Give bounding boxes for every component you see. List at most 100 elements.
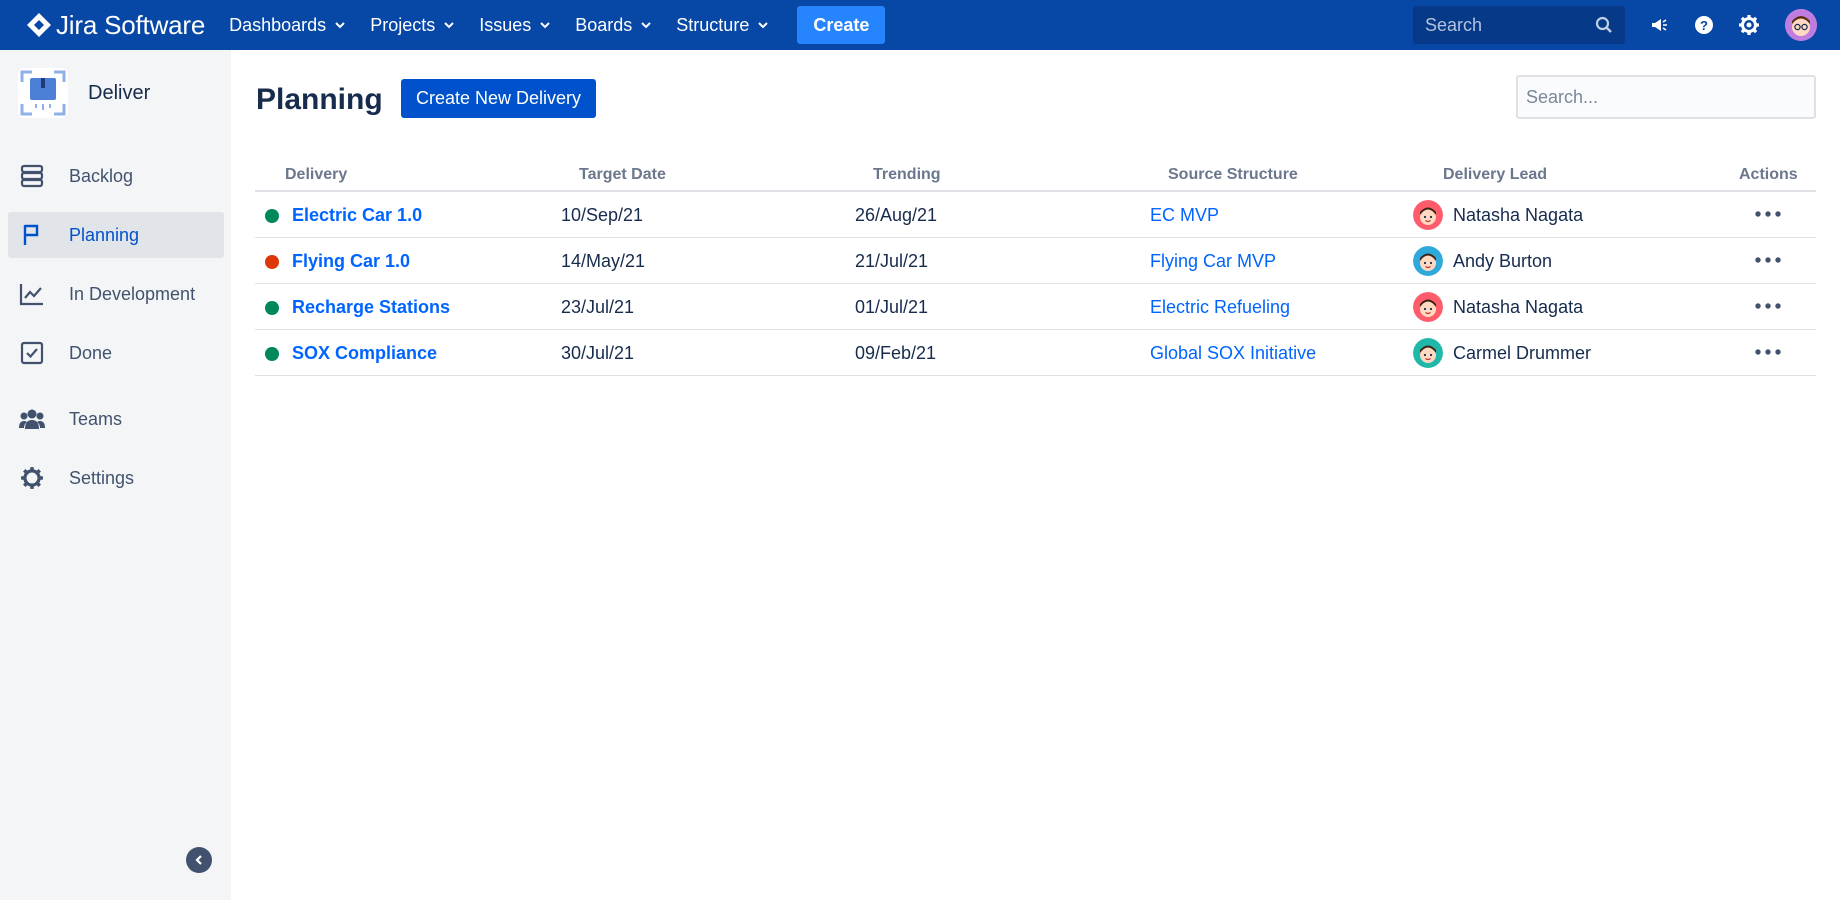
project-name: Deliver (88, 81, 151, 104)
delivery-lead-name: Natasha Nagata (1453, 297, 1584, 317)
top-navigation: Jira Software Dashboards Projects Issues… (0, 0, 1840, 50)
help-icon[interactable]: ? (1691, 12, 1717, 38)
delivery-lead-name: Carmel Drummer (1453, 343, 1592, 363)
chevron-down-icon (540, 22, 550, 29)
deliveries-table: Delivery Target Date Trending Source Str… (255, 162, 1816, 376)
source-structure-link[interactable]: Flying Car MVP (1150, 251, 1276, 272)
source-structure-link[interactable]: EC MVP (1150, 205, 1219, 226)
delivery-link[interactable]: Flying Car 1.0 (292, 251, 410, 272)
nav-boards[interactable]: Boards (575, 15, 652, 36)
nav-label: Boards (575, 14, 633, 35)
column-header-delivery[interactable]: Delivery (285, 166, 347, 184)
jira-logo[interactable]: Jira Software (26, 10, 205, 41)
source-structure-link[interactable]: Electric Refueling (1150, 297, 1290, 318)
delivery-link[interactable]: Electric Car 1.0 (292, 205, 422, 226)
trending-date: 26/Aug/21 (855, 205, 938, 225)
sidebar-item-settings[interactable]: Settings (8, 455, 224, 501)
nav-issues[interactable]: Issues (479, 15, 551, 36)
table-row: Flying Car 1.0 14/May/21 21/Jul/21 Flyin… (255, 238, 1816, 284)
table-body: Electric Car 1.0 10/Sep/21 26/Aug/21 EC … (255, 192, 1816, 376)
search-icon[interactable] (1595, 16, 1613, 34)
target-date: 23/Jul/21 (561, 297, 635, 317)
column-header-target-date[interactable]: Target Date (579, 166, 666, 184)
megaphone-icon[interactable] (1646, 12, 1672, 38)
chart-line-icon (18, 280, 46, 308)
more-actions-icon[interactable] (1753, 340, 1783, 364)
sidebar-item-done[interactable]: Done (8, 330, 224, 376)
status-dot (265, 255, 279, 269)
sidebar-item-label: In Development (69, 283, 196, 304)
status-dot (265, 209, 279, 223)
trending-date: 01/Jul/21 (855, 297, 929, 317)
sidebar-item-teams[interactable]: Teams (8, 396, 224, 442)
column-header-actions: Actions (1739, 166, 1798, 183)
svg-text:?: ? (1700, 18, 1708, 33)
create-new-delivery-button[interactable]: Create New Delivery (401, 79, 597, 118)
table-row: Recharge Stations 23/Jul/21 01/Jul/21 El… (255, 284, 1816, 330)
status-dot (265, 347, 279, 361)
jira-logo-icon (27, 13, 51, 37)
source-structure-link[interactable]: Global SOX Initiative (1150, 343, 1316, 364)
status-dot (265, 301, 279, 315)
sidebar-item-in-development[interactable]: In Development (8, 271, 224, 317)
search-input[interactable] (1516, 75, 1816, 119)
trending-date: 21/Jul/21 (855, 251, 929, 271)
more-actions-icon[interactable] (1753, 248, 1783, 272)
delivery-link[interactable]: SOX Compliance (292, 343, 437, 364)
top-search-input[interactable] (1413, 14, 1583, 36)
sidebar-item-planning[interactable]: Planning (8, 212, 224, 258)
user-avatar[interactable] (1785, 9, 1817, 41)
nav-projects[interactable]: Projects (370, 15, 455, 36)
avatar (1413, 200, 1443, 230)
logo-text: Jira Software (56, 9, 206, 40)
people-icon (18, 405, 46, 433)
nav-label: Issues (479, 14, 532, 35)
nav-label: Dashboards (229, 14, 327, 35)
gear-icon[interactable] (1736, 12, 1762, 38)
sidebar-item-label: Settings (69, 467, 135, 488)
chevron-down-icon (758, 22, 769, 29)
chevron-down-icon (335, 22, 345, 29)
delivery-lead-name: Natasha Nagata (1453, 205, 1584, 225)
more-actions-icon[interactable] (1753, 294, 1783, 318)
collapse-sidebar-button[interactable] (186, 847, 212, 873)
column-header-trending[interactable]: Trending (873, 166, 941, 184)
trending-date: 09/Feb/21 (855, 343, 937, 363)
flag-icon (18, 221, 46, 249)
sidebar: Deliver Backlog Planning In Development … (0, 50, 231, 900)
sidebar-item-backlog[interactable]: Backlog (8, 153, 224, 199)
chevron-left-icon (195, 855, 202, 865)
page-title: Planning (256, 83, 383, 116)
chevron-down-icon (641, 22, 652, 29)
backlog-icon (18, 162, 46, 190)
delivery-link[interactable]: Recharge Stations (292, 297, 450, 318)
main-nav: Dashboards Projects Issues Boards Struct… (229, 6, 886, 44)
sidebar-item-label: Done (69, 342, 113, 363)
create-button[interactable]: Create (797, 6, 886, 44)
nav-label: Projects (370, 14, 436, 35)
more-actions-icon[interactable] (1753, 202, 1783, 226)
table-header: Delivery Target Date Trending Source Str… (255, 162, 1816, 192)
target-date: 10/Sep/21 (561, 205, 644, 225)
chevron-down-icon (444, 22, 454, 29)
target-date: 30/Jul/21 (561, 343, 635, 363)
checkbox-icon (18, 339, 46, 367)
gear-icon (18, 464, 46, 492)
sidebar-item-label: Teams (69, 408, 123, 429)
project-icon (18, 68, 68, 118)
sidebar-item-label: Planning (69, 224, 140, 245)
avatar (1413, 338, 1443, 368)
top-search (1413, 6, 1625, 44)
target-date: 14/May/21 (561, 251, 646, 271)
nav-label: Structure (676, 14, 750, 35)
avatar (1413, 246, 1443, 276)
column-header-source-structure[interactable]: Source Structure (1168, 166, 1298, 184)
table-row: Electric Car 1.0 10/Sep/21 26/Aug/21 EC … (255, 192, 1816, 238)
avatar (1413, 292, 1443, 322)
nav-dashboards[interactable]: Dashboards (229, 15, 346, 36)
column-header-delivery-lead[interactable]: Delivery Lead (1443, 166, 1547, 184)
sidebar-item-label: Backlog (69, 165, 134, 186)
project-header[interactable]: Deliver (18, 68, 150, 118)
nav-structure[interactable]: Structure (676, 15, 769, 36)
delivery-lead-name: Andy Burton (1453, 251, 1553, 271)
